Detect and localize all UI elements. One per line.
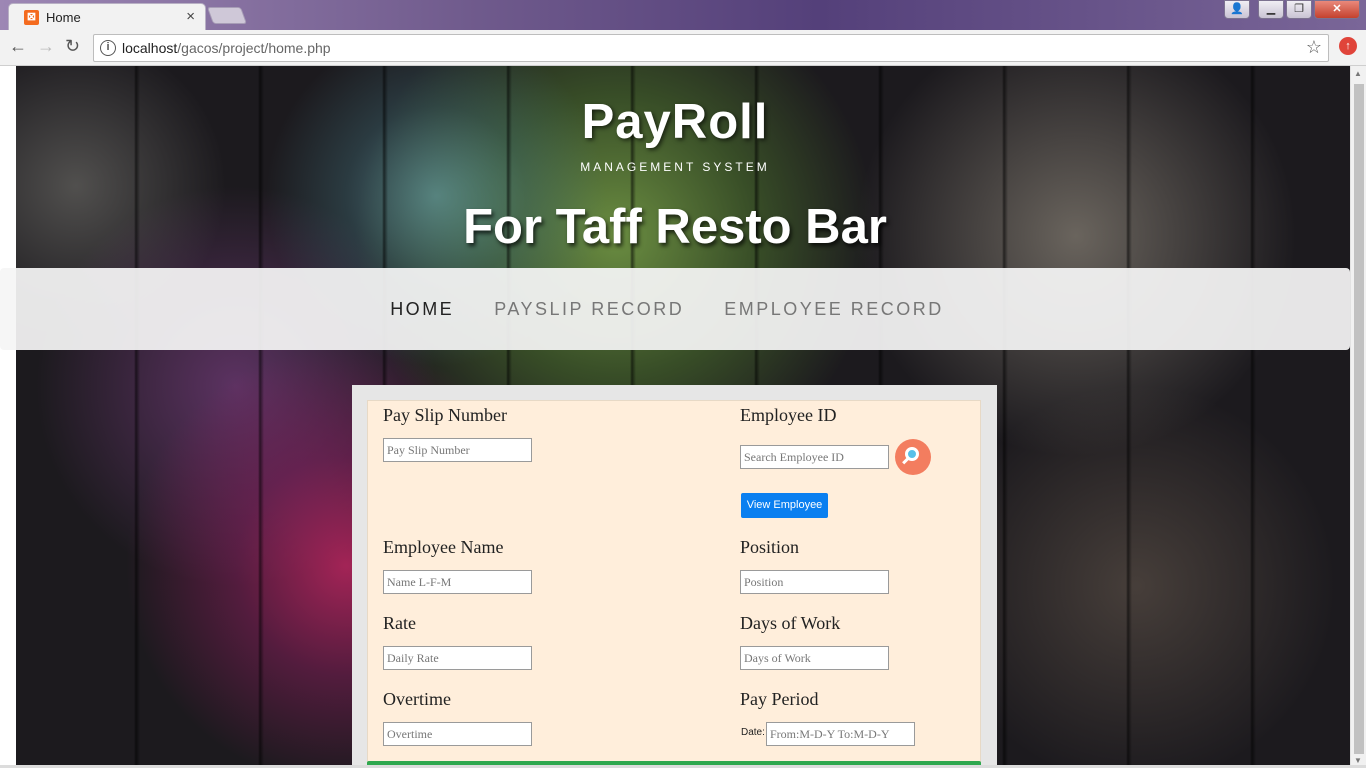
extension-icon[interactable]: ↑ [1339, 37, 1357, 55]
pay-period-input[interactable]: From:M-D-Y To:M-D-Y [766, 722, 915, 746]
reload-icon[interactable]: ↻ [65, 36, 80, 57]
position-label: Position [740, 537, 800, 557]
page-scrollbar[interactable]: ▲ ▼ [1350, 66, 1366, 768]
close-window-icon[interactable]: ✕ [1314, 0, 1360, 19]
overtime-input[interactable]: Overtime [383, 722, 532, 746]
pay-period-label: Pay Period [740, 689, 819, 709]
payslip-form: Pay Slip Number Pay Slip Number Employee… [367, 400, 981, 768]
employee-id-search-input[interactable]: Search Employee ID [740, 445, 889, 469]
employee-name-label: Employee Name [383, 537, 504, 557]
brand-title: PayRoll [581, 95, 769, 149]
rate-label: Rate [383, 613, 416, 633]
nav-home[interactable]: HOME [390, 299, 454, 320]
scrollbar-thumb[interactable] [1354, 84, 1364, 754]
scroll-up-icon[interactable]: ▲ [1354, 69, 1362, 78]
position-input[interactable]: Position [740, 570, 889, 594]
tab-title: Home [46, 10, 81, 25]
info-icon[interactable]: i [100, 40, 116, 56]
payslip-number-input[interactable]: Pay Slip Number [383, 438, 532, 462]
overtime-label: Overtime [383, 689, 451, 709]
restore-icon[interactable]: ❐ [1286, 0, 1312, 19]
page-viewport: PayRoll MANAGEMENT SYSTEM For Taff Resto… [0, 66, 1366, 768]
days-of-work-label: Days of Work [740, 613, 841, 633]
browser-toolbar: ← → ↻ i localhost/gacos/project/home.php… [0, 30, 1366, 66]
brand-tagline: For Taff Resto Bar [463, 200, 887, 254]
search-employee-button[interactable] [895, 439, 931, 475]
back-icon[interactable]: ← [9, 36, 27, 57]
view-employee-button[interactable]: View Employee [741, 493, 828, 518]
browser-titlebar: ⊠ Home × 👤 ▁ ❐ ✕ [0, 0, 1366, 30]
brand-subtitle: MANAGEMENT SYSTEM [580, 160, 770, 174]
date-label: Date: [741, 727, 765, 738]
minimize-icon[interactable]: ▁ [1258, 0, 1284, 19]
address-bar[interactable]: i localhost/gacos/project/home.php ☆ [93, 34, 1329, 62]
bookmark-star-icon[interactable]: ☆ [1306, 37, 1322, 58]
scroll-down-icon[interactable]: ▼ [1354, 756, 1362, 765]
employee-id-label: Employee ID [740, 405, 837, 425]
favicon-icon: ⊠ [24, 10, 39, 25]
url-path: /gacos/project/home.php [177, 40, 331, 56]
daily-rate-input[interactable]: Daily Rate [383, 646, 532, 670]
url-text: localhost/gacos/project/home.php [122, 40, 331, 56]
main-nav: HOME PAYSLIP RECORD EMPLOYEE RECORD [0, 268, 1350, 350]
url-host: localhost [122, 40, 178, 56]
new-tab-button[interactable] [206, 7, 248, 24]
forward-icon[interactable]: → [37, 36, 55, 57]
payslip-form-panel: Pay Slip Number Pay Slip Number Employee… [352, 385, 997, 768]
payslip-number-label: Pay Slip Number [383, 405, 507, 425]
profile-icon[interactable]: 👤 [1224, 0, 1250, 19]
browser-tab[interactable]: ⊠ Home × [8, 3, 206, 30]
window-controls: 👤 ▁ ❐ ✕ [1224, 0, 1360, 19]
tab-close-icon[interactable]: × [186, 8, 195, 25]
nav-employee-record[interactable]: EMPLOYEE RECORD [724, 299, 944, 320]
employee-name-input[interactable]: Name L-F-M [383, 570, 532, 594]
days-of-work-input[interactable]: Days of Work [740, 646, 889, 670]
nav-payslip-record[interactable]: PAYSLIP RECORD [494, 299, 684, 320]
